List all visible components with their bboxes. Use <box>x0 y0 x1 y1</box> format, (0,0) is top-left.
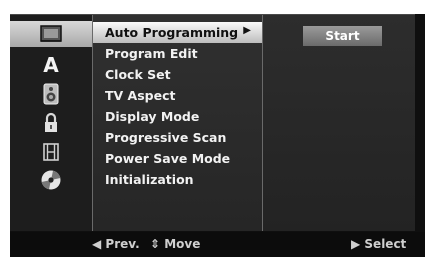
sidebar-item-audio[interactable] <box>10 81 92 107</box>
disc-icon <box>41 170 61 190</box>
option-panel: Start <box>263 15 415 231</box>
padlock-icon <box>45 112 57 132</box>
setup-menu-panel: A Auto Programming ▶ Program Edit Clock … <box>10 14 415 231</box>
sidebar-item-recording[interactable] <box>10 139 92 165</box>
menu-item-clock-set[interactable]: Clock Set <box>93 64 262 85</box>
menu-item-tv-aspect[interactable]: TV Aspect <box>93 85 262 106</box>
navigation-hint-bar: ◀ Prev. ⇕ Move ▶ Select <box>10 232 425 257</box>
menu-item-initialization[interactable]: Initialization <box>93 169 262 190</box>
move-hint: ⇕ Move <box>150 237 201 251</box>
sidebar-item-setup[interactable] <box>10 21 92 47</box>
setup-menu-list: Auto Programming ▶ Program Edit Clock Se… <box>93 15 262 231</box>
menu-item-auto-programming[interactable]: Auto Programming ▶ <box>93 22 262 43</box>
select-hint: ▶ Select <box>351 237 407 251</box>
menu-item-power-save-mode[interactable]: Power Save Mode <box>93 148 262 169</box>
menu-item-display-mode[interactable]: Display Mode <box>93 106 262 127</box>
menu-item-progressive-scan[interactable]: Progressive Scan <box>93 127 262 148</box>
sidebar-item-lock[interactable] <box>10 110 92 136</box>
submenu-arrow-icon: ▶ <box>243 25 251 36</box>
sidebar-item-language[interactable]: A <box>10 52 92 78</box>
menu-item-program-edit[interactable]: Program Edit <box>93 43 262 64</box>
setup-screen-icon <box>40 25 62 42</box>
sidebar-item-disc[interactable] <box>10 167 92 193</box>
language-a-icon: A <box>43 53 59 77</box>
start-button[interactable]: Start <box>303 26 382 46</box>
speaker-audio-icon <box>43 83 59 105</box>
film-recording-icon <box>43 143 59 161</box>
category-sidebar: A <box>10 15 92 231</box>
prev-hint: ◀ Prev. <box>92 237 140 251</box>
